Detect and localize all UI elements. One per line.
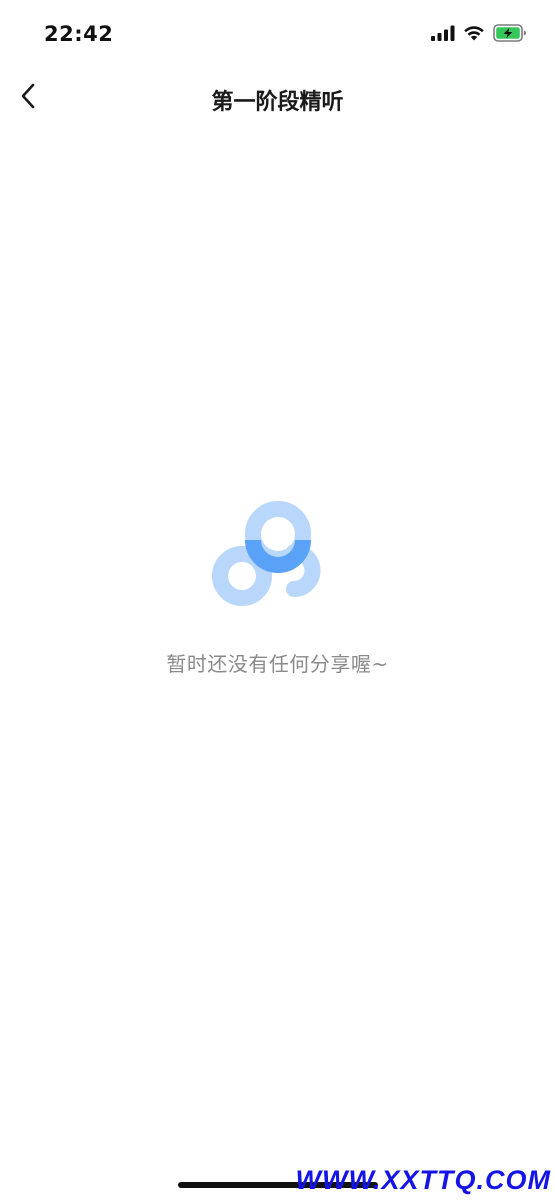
empty-state: 暂时还没有任何分享喔~ (0, 500, 555, 677)
status-time: 22:42 (44, 22, 114, 46)
screen: 22:42 第一阶段精听 暂时还没有任何分享喔~ WWW.XXTTQ.COM (0, 0, 555, 1200)
watermark: WWW.XXTTQ.COM (295, 1165, 551, 1195)
status-icons (431, 24, 527, 46)
status-bar: 22:42 (0, 0, 555, 70)
page-title: 第一阶段精听 (211, 90, 344, 115)
empty-state-message: 暂时还没有任何分享喔~ (166, 652, 389, 676)
baidu-netdisk-cloud-icon (210, 500, 346, 612)
battery-charging-icon (493, 24, 527, 46)
cellular-signal-icon (431, 25, 455, 45)
wifi-icon (463, 25, 485, 45)
nav-bar: 第一阶段精听 (0, 70, 555, 128)
